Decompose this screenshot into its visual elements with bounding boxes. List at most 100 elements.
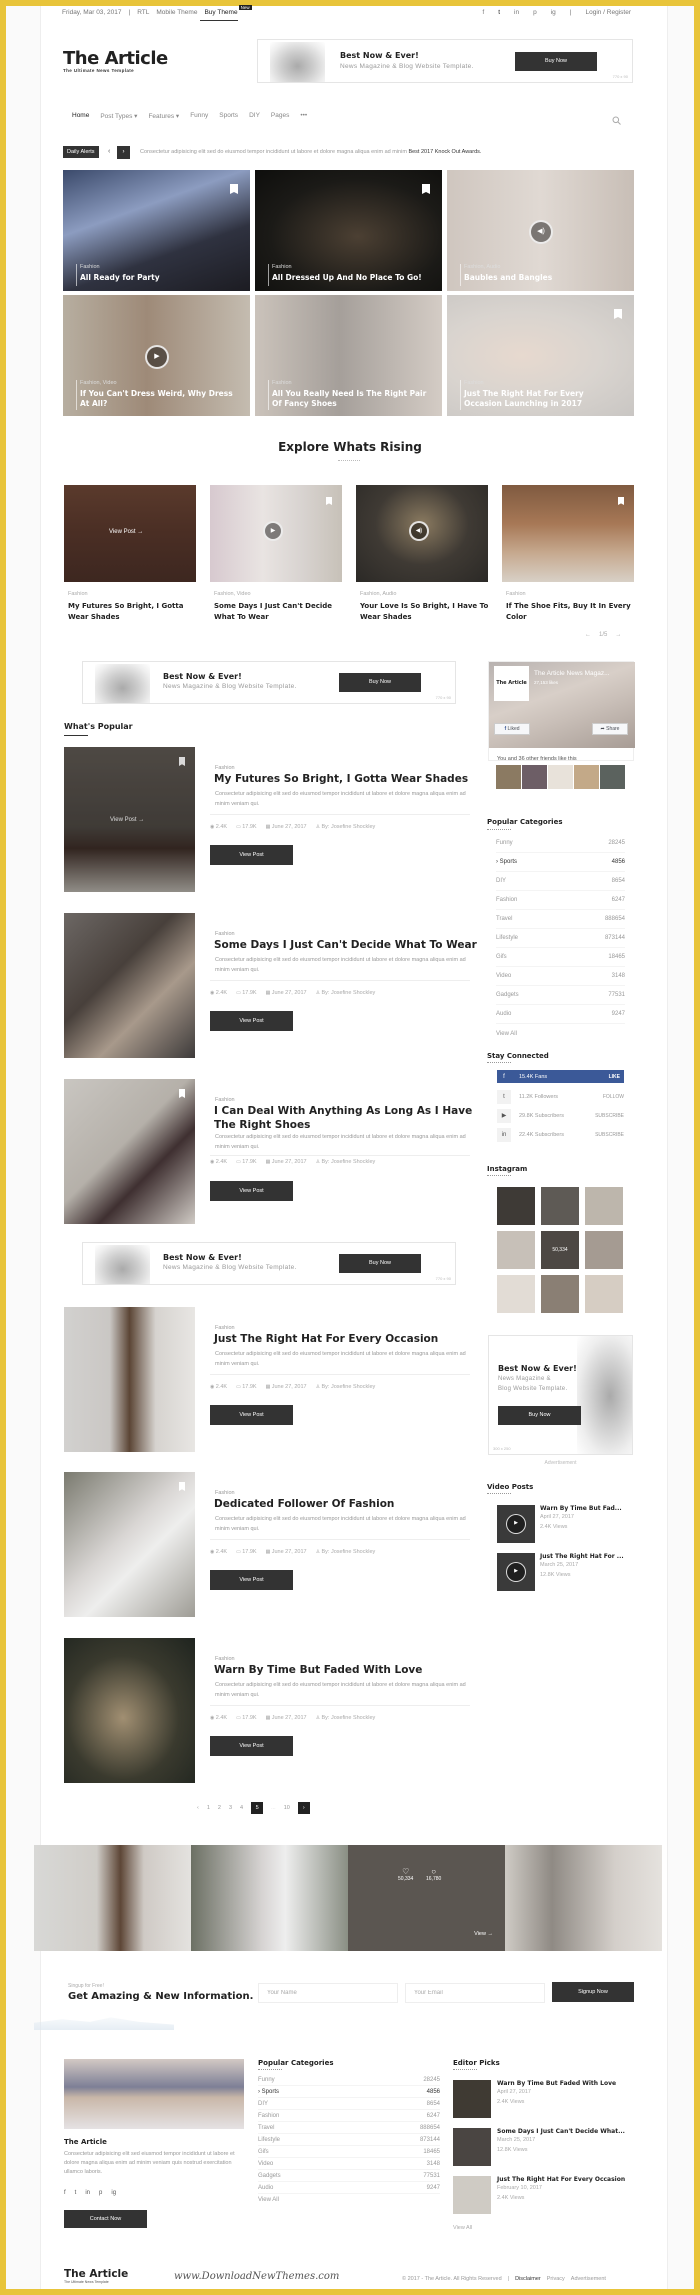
nav-diy[interactable]: DIY [249, 112, 260, 120]
hero-title[interactable]: All Dressed Up And No Place To Go! [272, 273, 432, 283]
view-post-button[interactable]: View Post [210, 1570, 293, 1590]
gallery-view-link[interactable]: View → [474, 1931, 493, 1937]
post-category[interactable]: Fashion [215, 1490, 235, 1496]
twitter-icon[interactable]: t [75, 2190, 77, 2196]
instagram-photo[interactable] [541, 1275, 579, 1313]
bookmark-icon[interactable] [422, 184, 430, 194]
youtube-counter[interactable]: ▶ 29.8K Subscribers SUBSCRIBE [497, 1106, 624, 1125]
category-row[interactable]: Travel 888654 [258, 2122, 440, 2134]
signup-name-input[interactable] [258, 1983, 398, 2003]
pinterest-icon[interactable]: p [533, 9, 537, 16]
page-5-current[interactable]: 5 [251, 1802, 264, 1814]
hero-title[interactable]: If You Can't Dress Weird, Why Dress At A… [80, 389, 240, 409]
post-thumbnail[interactable] [64, 1079, 195, 1224]
sidebar-ad[interactable]: Best Now & Ever! News Magazine & Blog We… [488, 1335, 633, 1455]
category-row[interactable]: Gadgets 77531 [258, 2170, 440, 2182]
post-category[interactable]: Fashion [215, 1097, 235, 1103]
meta-date[interactable]: ▦ June 27, 2017 [266, 1384, 307, 1390]
post-thumbnail[interactable] [64, 913, 195, 1058]
fb-share-button[interactable]: ➦ Share [592, 723, 628, 735]
view-all-link[interactable]: View All [496, 1024, 625, 1043]
category-row[interactable]: Audio 9247 [258, 2182, 440, 2194]
rising-image[interactable]: ▶ [210, 485, 342, 582]
search-icon[interactable] [612, 112, 621, 125]
post-title[interactable]: Dedicated Follower Of Fashion [214, 1497, 484, 1511]
rtl-link[interactable]: RTL [137, 9, 149, 16]
page-1[interactable]: 1 [207, 1805, 210, 1811]
contact-now-button[interactable]: Contact Now [64, 2210, 147, 2228]
disclaimer-link[interactable]: Disclaimer [515, 2276, 541, 2282]
ad-buy-now-button[interactable]: Buy Now [515, 52, 597, 71]
category-row[interactable]: Gifs 18465 [258, 2146, 440, 2158]
category-row[interactable]: Travel 888654 [496, 910, 625, 929]
friend-avatar[interactable] [574, 765, 599, 789]
rising-image[interactable]: View Post → [64, 485, 196, 582]
meta-date[interactable]: ▦ June 27, 2017 [266, 990, 307, 996]
view-post-button[interactable]: View Post [210, 1405, 293, 1425]
play-icon[interactable]: ▶ [506, 1562, 526, 1582]
meta-author[interactable]: ♙ By: Josefine Shockley [316, 1159, 376, 1165]
page-4[interactable]: 4 [240, 1805, 243, 1811]
editor-pick-item[interactable]: Just The Right Hat For Every Occasion Feb… [453, 2176, 625, 2214]
category-row[interactable]: Fashion 6247 [496, 891, 625, 910]
bookmark-icon[interactable] [230, 184, 238, 194]
arrow-left-icon[interactable]: ← [585, 632, 591, 638]
hero-title[interactable]: Just The Right Hat For Every Occasion La… [464, 389, 624, 409]
mid-ad-banner-2[interactable]: Best Now & Ever! News Magazine & Blog We… [82, 1242, 456, 1285]
signup-email-input[interactable] [405, 1983, 545, 2003]
twitter-icon[interactable]: t [498, 9, 500, 16]
video-post-item[interactable]: ▶ Warn By Time But Fad... April 27, 2017 2.… [497, 1505, 624, 1543]
bookmark-icon[interactable] [179, 1482, 185, 1491]
editor-pick-thumbnail[interactable] [453, 2176, 491, 2214]
nav-post-types[interactable]: Post Types ▾ [100, 112, 137, 120]
nav-pages[interactable]: Pages [271, 112, 289, 120]
gallery-photo[interactable] [505, 1845, 662, 1951]
category-row[interactable]: Fashion 6247 [258, 2110, 440, 2122]
category-row[interactable]: DIY 8654 [258, 2098, 440, 2110]
rising-title[interactable]: My Futures So Bright, I Gotta Wear Shade… [68, 601, 198, 623]
hero-category[interactable]: Fashion [80, 264, 100, 270]
post-title[interactable]: Some Days I Just Can't Decide What To We… [214, 938, 484, 952]
hero-category[interactable]: Fashion [464, 380, 484, 386]
hero-title[interactable]: Baubles and Bangles [464, 273, 624, 283]
meta-date[interactable]: ▦ June 27, 2017 [266, 1549, 307, 1555]
post-title[interactable]: Just The Right Hat For Every Occasion [214, 1332, 484, 1346]
post-title[interactable]: Warn By Time But Faded With Love [214, 1663, 484, 1677]
hero-title[interactable]: All You Really Need Is The Right Pair Of… [272, 389, 432, 409]
view-all-link[interactable]: View All [258, 2194, 440, 2206]
post-thumbnail[interactable] [64, 1638, 195, 1783]
category-row[interactable]: › Sports 4856 [258, 2086, 440, 2098]
rising-image[interactable] [502, 485, 634, 582]
category-row[interactable]: Audio 9247 [496, 1005, 625, 1024]
meta-date[interactable]: ▦ June 27, 2017 [266, 1159, 307, 1165]
editor-pick-title[interactable]: Just The Right Hat For Every Occasion [497, 2176, 625, 2183]
video-thumbnail[interactable]: ▶ [497, 1505, 535, 1543]
nav-home[interactable]: Home [72, 112, 89, 120]
bookmark-icon[interactable] [179, 1089, 185, 1098]
linkedin-counter[interactable]: in 22.4K Subscribers SUBSCRIBE [497, 1125, 624, 1144]
social-action[interactable]: SUBSCRIBE [595, 1113, 624, 1119]
page-2[interactable]: 2 [218, 1805, 221, 1811]
instagram-photo[interactable] [585, 1187, 623, 1225]
category-row[interactable]: Video 3148 [258, 2158, 440, 2170]
post-category[interactable]: Fashion [215, 1325, 235, 1331]
footer-logo[interactable]: The Article The Ultimate News Template [64, 2268, 128, 2284]
rising-category[interactable]: Fashion, Video [214, 591, 251, 597]
facebook-counter[interactable]: f 15.4K Fans LIKE [497, 1070, 624, 1083]
hero-title[interactable]: All Ready for Party [80, 273, 240, 283]
hero-tile[interactable]: Fashion All Ready for Party [63, 170, 250, 291]
login-register-link[interactable]: Login / Register [585, 9, 631, 16]
editor-pick-thumbnail[interactable] [453, 2128, 491, 2166]
gallery-photo-hover[interactable]: ♡ 50,334 ○ 16,780 View → [348, 1845, 505, 1951]
facebook-icon[interactable]: f [482, 9, 484, 16]
instagram-photo[interactable] [585, 1275, 623, 1313]
pinterest-icon[interactable]: p [99, 2190, 102, 2196]
ticker-prev-button[interactable]: ‹ [108, 148, 110, 155]
category-row[interactable]: Funny 28245 [496, 834, 625, 853]
page-10[interactable]: 10 [284, 1805, 290, 1811]
instagram-icon[interactable]: ig [111, 2190, 116, 2196]
play-icon[interactable]: ▶ [145, 345, 169, 369]
twitter-counter[interactable]: t 11.2K Followers FOLLOW [497, 1087, 624, 1106]
meta-author[interactable]: ♙ By: Josefine Shockley [316, 1715, 376, 1721]
meta-date[interactable]: ▦ June 27, 2017 [266, 824, 307, 830]
